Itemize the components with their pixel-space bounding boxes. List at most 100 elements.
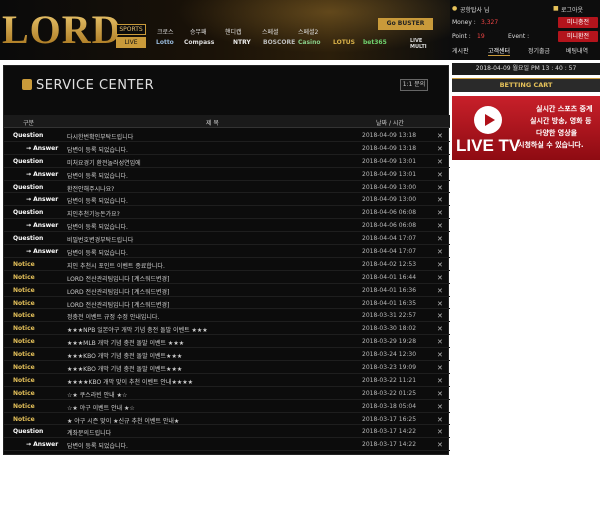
row-title-link[interactable]: 답변이 등록 되었습니다. [67, 145, 128, 154]
table-row[interactable]: Notice ★★★KBO 개막 기념 충전 돌발 이벤트★★★ 2018-03-2… [4, 348, 450, 362]
delete-icon[interactable]: ✕ [437, 416, 443, 424]
row-title-link[interactable]: ☆★ 쿠스라빈 안내 ★☆ [67, 390, 127, 399]
table-row[interactable]: Question 비밀번호변경부탁드립니다 2018-04-04 17:07 ✕ [4, 232, 450, 246]
nav-customer-center[interactable]: 고객센터 [488, 46, 511, 56]
table-row[interactable]: Notice 정충전 이벤트 규정 수정 안내입니다. 2018-03-31 22:… [4, 309, 450, 323]
live-button[interactable]: LIVE [116, 37, 146, 48]
delete-icon[interactable]: ✕ [437, 338, 443, 346]
delete-icon[interactable]: ✕ [437, 325, 443, 333]
mini-charge-button[interactable]: 미니충전 [558, 17, 598, 28]
table-row[interactable]: Notice ★ 야구 시즌 맞이 ★신규 추천 이벤트 안내★ 2018-03-1… [4, 413, 450, 426]
table-row[interactable]: Notice 지인 추천시 포인트 이벤트 종료합니다. 2018-04-02 12… [4, 258, 450, 271]
delete-icon[interactable]: ✕ [437, 300, 443, 308]
delete-icon[interactable]: ✕ [437, 235, 443, 243]
table-row[interactable]: → Answer 답변이 등록 되었습니다. 2018-04-04 17:07 ✕ [4, 245, 450, 258]
delete-icon[interactable]: ✕ [437, 184, 443, 192]
table-row[interactable]: → Answer 답변이 등록 되었습니다. 2018-04-06 06:08 ✕ [4, 219, 450, 233]
partner-casino[interactable]: Casino [298, 39, 320, 46]
row-title-link[interactable]: 지인 추천시 포인트 이벤트 종료합니다. [67, 261, 165, 270]
nav-win-draw-lose[interactable]: 승무패 [190, 27, 207, 36]
delete-icon[interactable]: ✕ [437, 209, 443, 217]
promo-banner[interactable]: Go BUSTER [378, 18, 433, 30]
delete-icon[interactable]: ✕ [437, 171, 443, 179]
nav-handicap[interactable]: 핸디캡 [225, 27, 242, 36]
table-row[interactable]: → Answer 답변이 등록 되었습니다. 2018-04-09 13:18 ✕ [4, 142, 450, 155]
nav-special[interactable]: 스페셜 [262, 27, 279, 36]
table-row[interactable]: Question 환전안해주시나요? 2018-04-09 13:00 ✕ [4, 181, 450, 194]
delete-icon[interactable]: ✕ [437, 287, 443, 295]
partner-ntry[interactable]: NTRY [233, 39, 251, 46]
site-logo[interactable]: LORD [2, 6, 122, 53]
row-title-link[interactable]: ☆★ 야구 이벤트 안내 ★☆ [67, 403, 135, 412]
partner-compass[interactable]: Compass [184, 39, 214, 46]
sports-button[interactable]: SPORTS [116, 24, 146, 35]
row-title-link[interactable]: 답변이 등록 되었습니다. [67, 248, 128, 257]
partner-lotto[interactable]: Lotto [156, 39, 174, 46]
row-title-link[interactable]: 미처요경기 환전놀러성연임에 [67, 158, 141, 167]
row-title-link[interactable]: ★★★NPB 일본야구 개막 기념 충전 돌발 이벤트 ★★★ [67, 325, 208, 334]
row-title-link[interactable]: 계좌문의드립니다 [67, 428, 111, 437]
row-title-link[interactable]: 환전안해주시나요? [67, 184, 114, 193]
delete-icon[interactable]: ✕ [437, 261, 443, 269]
table-row[interactable]: Question 미처요경기 환전놀러성연임에 2018-04-09 13:01 ✕ [4, 155, 450, 168]
row-title-link[interactable]: LORD 전산관리팀입니다 [계스워드변경] [67, 300, 169, 309]
table-row[interactable]: Notice LORD 전산관리팀입니다 [계스워드변경] 2018-04-01 1… [4, 297, 450, 310]
delete-icon[interactable]: ✕ [437, 196, 443, 204]
delete-icon[interactable]: ✕ [437, 403, 443, 411]
delete-icon[interactable]: ✕ [437, 428, 443, 436]
partner-live-multi[interactable]: LIVE MULTI [410, 38, 432, 50]
row-title-link[interactable]: ★★★KBO 개막 기념 충전 돌발 이벤트★★★ [67, 364, 182, 373]
row-title-link[interactable]: 지인추천기능돈가요? [67, 209, 120, 218]
mini-exchange-button[interactable]: 미니환전 [558, 31, 598, 42]
delete-icon[interactable]: ✕ [437, 158, 443, 166]
betting-cart-header[interactable]: BETTING CART [452, 78, 600, 92]
table-row[interactable]: Notice ☆★ 쿠스라빈 안내 ★☆ 2018-03-22 01:25 ✕ [4, 387, 450, 400]
table-row[interactable]: Question 계좌문의드립니다 2018-03-17 14:22 ✕ [4, 425, 450, 439]
delete-icon[interactable]: ✕ [437, 312, 443, 320]
table-row[interactable]: Notice ★★★MLB 개막 기념 충전 돌발 이벤트 ★★★ 2018-03-… [4, 335, 450, 349]
row-title-link[interactable]: 정충전 이벤트 규정 수정 안내입니다. [67, 312, 159, 321]
partner-lotus[interactable]: LOTUS [333, 39, 355, 46]
row-title-link[interactable]: 답변이 등록 되었습니다. [67, 171, 128, 180]
table-row[interactable]: Notice ★★★NPB 일본야구 개막 기념 충전 돌발 이벤트 ★★★ 201… [4, 322, 450, 336]
delete-icon[interactable]: ✕ [437, 364, 443, 372]
row-title-link[interactable]: LORD 전산관리팀입니다 [계스워드변경] [67, 274, 169, 283]
delete-icon[interactable]: ✕ [437, 377, 443, 385]
nav-special2[interactable]: 스페셜2 [298, 27, 318, 36]
row-title-link[interactable]: 답변이 등록 되었습니다. [67, 441, 128, 450]
delete-icon[interactable]: ✕ [437, 222, 443, 230]
one-on-one-inquiry-button[interactable]: 1:1 문의 [400, 79, 428, 91]
table-row[interactable]: → Answer 답변이 등록 되었습니다. 2018-04-09 13:00 ✕ [4, 193, 450, 207]
table-row[interactable]: Notice ★★★KBO 개막 기념 충전 돌발 이벤트★★★ 2018-03-2… [4, 361, 450, 374]
delete-icon[interactable]: ✕ [437, 274, 443, 282]
row-title-link[interactable]: LORD 전산관리팀입니다 [계스워드변경] [67, 287, 169, 296]
table-row[interactable]: Notice LORD 전산관리팀입니다 [계스워드변경] 2018-04-01 1… [4, 271, 450, 284]
table-row[interactable]: Notice ★★★★KBO 개막 맞이 추천 이벤트 안내★★★★ 2018-03… [4, 374, 450, 387]
table-row[interactable]: Notice ☆★ 야구 이벤트 안내 ★☆ 2018-03-18 05:04 ✕ [4, 400, 450, 413]
table-row[interactable]: Notice LORD 전산관리팀입니다 [계스워드변경] 2018-04-01 1… [4, 284, 450, 297]
logout-link[interactable]: 로그아웃 [561, 5, 583, 14]
row-title-link[interactable]: ★★★★KBO 개막 맞이 추천 이벤트 안내★★★★ [67, 377, 193, 386]
delete-icon[interactable]: ✕ [437, 390, 443, 398]
row-title-link[interactable]: ★★★MLB 개막 기념 충전 돌발 이벤트 ★★★ [67, 338, 184, 347]
nav-bet-history[interactable]: 베팅내역 [566, 46, 588, 55]
delete-icon[interactable]: ✕ [437, 248, 443, 256]
row-title-link[interactable]: ★ 야구 시즌 맞이 ★신규 추천 이벤트 안내★ [67, 416, 179, 425]
row-title-link[interactable]: 다시한번확인부탁드립니다 [67, 132, 133, 141]
row-title-link[interactable]: 답변이 등록 되었습니다. [67, 222, 128, 231]
row-title-link[interactable]: 비밀번호변경부탁드립니다 [67, 235, 133, 244]
partner-bet365[interactable]: bet365 [363, 39, 387, 46]
nav-board[interactable]: 게시판 [452, 46, 469, 55]
delete-icon[interactable]: ✕ [437, 441, 443, 449]
row-title-link[interactable]: ★★★KBO 개막 기념 충전 돌발 이벤트★★★ [67, 351, 182, 360]
table-row[interactable]: → Answer 답변이 등록 되었습니다. 2018-04-09 13:01 ✕ [4, 168, 450, 181]
delete-icon[interactable]: ✕ [437, 351, 443, 359]
delete-icon[interactable]: ✕ [437, 145, 443, 153]
table-row[interactable]: → Answer 답변이 등록 되었습니다. 2018-03-17 14:22 ✕ [4, 438, 450, 452]
partner-boscore[interactable]: BOSCORE [263, 39, 295, 46]
nav-regular-withdraw[interactable]: 정기출금 [528, 46, 550, 55]
row-title-link[interactable]: 답변이 등록 되었습니다. [67, 196, 128, 205]
nav-cross[interactable]: 크로스 [157, 27, 174, 36]
delete-icon[interactable]: ✕ [437, 132, 443, 140]
table-row[interactable]: Question 다시한번확인부탁드립니다 2018-04-09 13:18 ✕ [4, 129, 450, 142]
